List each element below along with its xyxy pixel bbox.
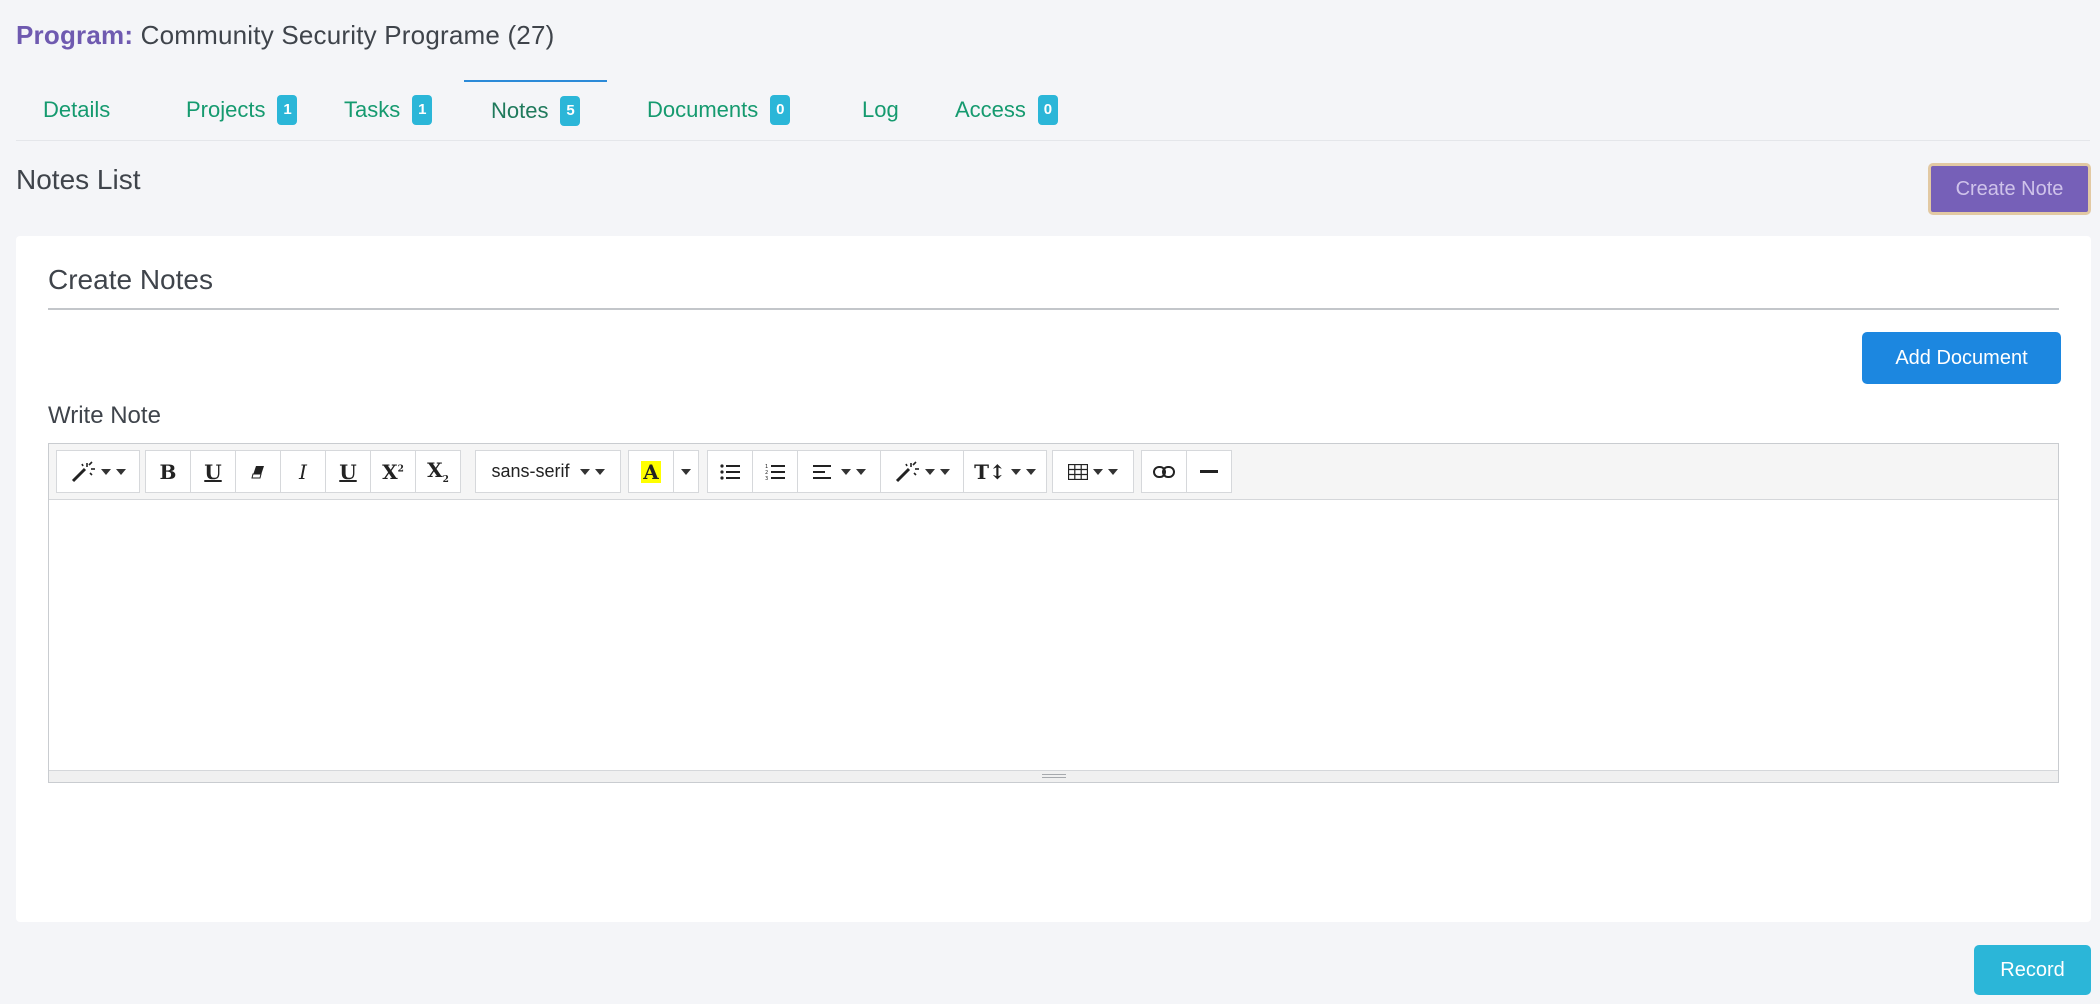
font-family-select[interactable]: sans-serif [475,450,621,493]
add-document-button[interactable]: Add Document [1862,332,2061,384]
chevron-down-icon [1093,468,1103,475]
underline-alt-icon: U [339,459,357,484]
magic-style-icon [895,460,919,482]
chevron-down-icon [579,468,590,475]
count-badge: 0 [770,95,791,125]
link-button[interactable] [1141,450,1187,493]
table-button[interactable] [1052,450,1134,493]
tab-label: Notes [491,98,549,123]
tab-label: Projects [186,97,266,122]
paragraph-align-button[interactable] [797,450,881,493]
tab-label: Tasks [344,97,401,122]
horizontal-rule-icon [1200,469,1218,473]
bold-icon: B [159,459,177,484]
link-icon [1153,465,1175,478]
paragraph-group: 1 2 3 T↕ [707,450,1047,493]
insert-group [1141,450,1232,493]
line-height-button[interactable]: T↕ [963,450,1047,493]
program-name: Community Security Programe (27) [140,20,555,50]
underline-button[interactable]: U [190,450,236,493]
font-family-value: sans-serif [491,461,570,481]
program-label: Program: [16,20,134,50]
tab-label: Documents [647,97,759,122]
superscript-button[interactable]: X2 [370,450,416,493]
color-dropdown-button[interactable] [673,450,699,493]
record-button[interactable]: Record [1974,945,2091,995]
divider [48,308,2059,310]
tab-label: Access [955,97,1026,122]
tab-label: Log [862,97,899,122]
create-note-button[interactable]: Create Note [1928,163,2091,215]
eraser-icon [251,465,264,478]
style-magic-icon [71,460,95,482]
chevron-down-icon [1010,468,1021,475]
color-group: A [628,450,699,493]
font-style-group: B U I U X2 X2 [145,450,461,493]
create-notes-title: Create Notes [48,264,213,295]
chevron-down-icon [681,468,691,475]
program-header: Program: Community Security Programe (27… [16,20,554,51]
note-content-area[interactable] [49,500,2058,770]
font-family-group: sans-serif [475,450,621,493]
magic-style-button[interactable] [880,450,964,493]
italic-button[interactable]: I [280,450,326,493]
underline-alt-button[interactable]: U [325,450,371,493]
bold-button[interactable]: B [145,450,191,493]
chevron-down-icon [925,468,935,475]
count-badge: 1 [412,95,433,125]
chevron-down-icon [116,468,126,475]
eraser-button[interactable] [235,450,281,493]
tab-access[interactable]: Access 0 [928,80,1085,140]
notes-list-title: Notes List [16,164,141,195]
underline-icon: U [204,459,222,484]
subscript-icon: X2 [427,458,449,485]
unordered-list-button[interactable] [707,450,753,493]
chevron-down-icon [840,468,851,475]
chevron-down-icon [855,468,866,475]
table-icon [1068,463,1088,480]
chevron-down-icon [101,468,111,475]
count-badge: 1 [277,95,298,125]
grip-icon [1041,774,1066,780]
subscript-button[interactable]: X2 [415,450,461,493]
tab-details[interactable]: Details [16,80,137,140]
line-height-icon: T↕ [974,459,1006,484]
count-badge: 0 [1037,95,1058,125]
italic-icon: I [299,459,307,484]
style-button[interactable] [56,450,140,493]
horizontal-rule-button[interactable] [1186,450,1232,493]
tab-projects[interactable]: Projects 1 [159,80,324,140]
tab-notes[interactable]: Notes 5 [464,80,608,140]
unordered-list-icon [720,463,740,480]
style-group [56,450,140,493]
tab-bar: Details Projects 1 Tasks 1 Notes 5 Docum… [16,80,2090,141]
chevron-down-icon [1025,468,1036,475]
tab-tasks[interactable]: Tasks 1 [317,80,459,140]
svg-text:3: 3 [765,476,768,480]
write-note-label: Write Note [48,402,161,429]
rich-text-editor: B U I U X2 X2 sans-serif A 1 2 3 T↕ [48,443,2059,783]
editor-toolbar: B U I U X2 X2 sans-serif A 1 2 3 T↕ [49,444,2058,500]
tab-label: Details [43,97,111,122]
table-group [1052,450,1134,493]
chevron-down-icon [594,468,605,475]
ordered-list-icon: 1 2 3 [765,464,785,480]
tab-documents[interactable]: Documents 0 [620,80,817,140]
chevron-down-icon [940,468,950,475]
ordered-list-button[interactable]: 1 2 3 [752,450,798,493]
superscript-icon: X2 [382,459,404,484]
chevron-down-icon [1108,468,1118,475]
editor-resize-handle[interactable] [49,770,2058,782]
text-color-icon: A [641,460,661,483]
paragraph-align-icon [812,464,831,479]
count-badge: 5 [560,96,581,126]
create-notes-card: Create Notes Add Document Write Note B U… [16,236,2091,922]
tab-log[interactable]: Log [835,80,926,140]
text-color-button[interactable]: A [628,450,674,493]
